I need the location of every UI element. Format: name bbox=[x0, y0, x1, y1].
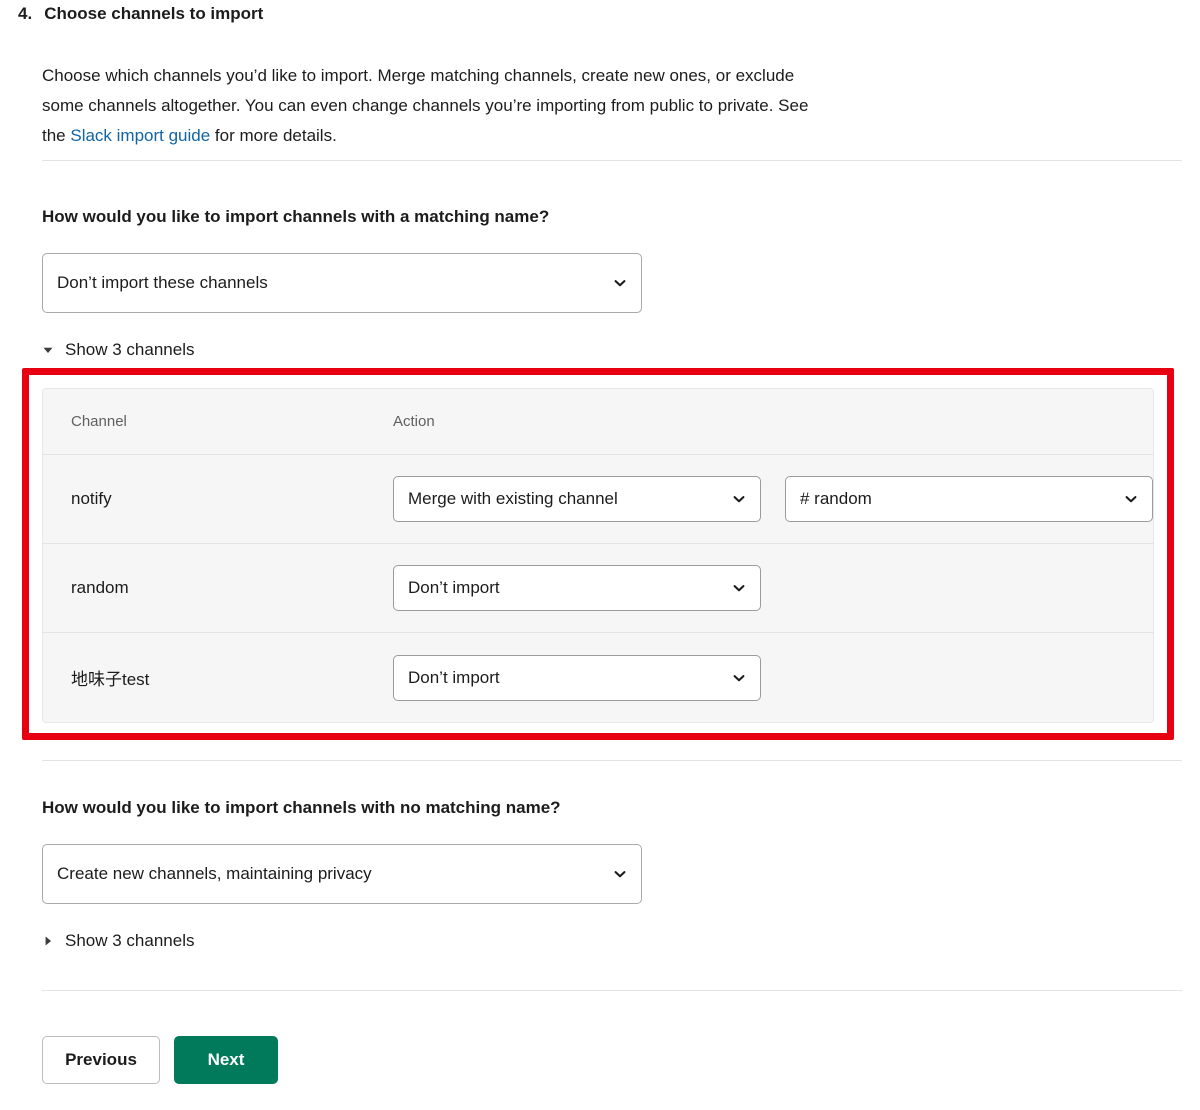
row-target-channel-value: # random bbox=[800, 489, 872, 508]
row-action-select[interactable]: Merge with existing channel bbox=[393, 476, 761, 522]
row-action-select[interactable]: Don’t import bbox=[393, 565, 761, 611]
triangle-down-icon bbox=[42, 344, 54, 356]
no-matching-name-select[interactable]: Create new channels, maintaining privacy bbox=[42, 844, 642, 904]
table-row: random Don’t import bbox=[43, 544, 1153, 633]
show-matching-channels-label: Show 3 channels bbox=[65, 340, 195, 359]
step-heading: 4. Choose channels to import bbox=[18, 2, 263, 26]
wizard-footer-actions: Previous Next bbox=[42, 1036, 278, 1084]
row-action-select-value: Merge with existing channel bbox=[408, 489, 618, 508]
row-target-channel-select[interactable]: # random bbox=[785, 476, 1153, 522]
matching-name-question-label: How would you like to import channels wi… bbox=[42, 207, 550, 226]
description-text-after-link: for more details. bbox=[210, 126, 337, 145]
channel-name: notify bbox=[71, 489, 112, 508]
row-action-cell: Merge with existing channel # random bbox=[393, 476, 1153, 522]
chevron-down-icon bbox=[613, 276, 627, 290]
chevron-down-icon bbox=[1124, 492, 1138, 506]
chevron-down-icon bbox=[732, 492, 746, 506]
no-matching-name-question-label: How would you like to import channels wi… bbox=[42, 798, 561, 817]
show-no-matching-channels-toggle[interactable]: Show 3 channels bbox=[42, 931, 194, 951]
table-header-row: Channel Action bbox=[43, 389, 1153, 455]
step-number: 4. bbox=[18, 4, 33, 23]
section-divider-middle bbox=[42, 760, 1182, 761]
row-action-cell: Don’t import bbox=[393, 565, 1153, 611]
row-action-select-value: Don’t import bbox=[408, 578, 500, 597]
chevron-down-icon bbox=[613, 867, 627, 881]
matching-name-select-value: Don’t import these channels bbox=[57, 273, 268, 292]
show-no-matching-channels-label: Show 3 channels bbox=[65, 931, 195, 950]
section-divider-bottom bbox=[42, 990, 1182, 991]
chevron-down-icon bbox=[732, 581, 746, 595]
chevron-down-icon bbox=[732, 671, 746, 685]
section-divider-top bbox=[42, 160, 1182, 161]
matching-name-select[interactable]: Don’t import these channels bbox=[42, 253, 642, 313]
matching-channels-table: Channel Action notify Merge with existin… bbox=[42, 388, 1154, 723]
column-header-action: Action bbox=[393, 413, 435, 430]
slack-import-guide-link[interactable]: Slack import guide bbox=[70, 126, 210, 145]
table-row: notify Merge with existing channel # ran… bbox=[43, 455, 1153, 544]
page-title: Choose channels to import bbox=[44, 4, 264, 23]
previous-button[interactable]: Previous bbox=[42, 1036, 160, 1084]
show-matching-channels-toggle[interactable]: Show 3 channels bbox=[42, 340, 194, 360]
column-header-channel: Channel bbox=[71, 413, 127, 430]
row-action-select[interactable]: Don’t import bbox=[393, 654, 761, 701]
next-button[interactable]: Next bbox=[174, 1036, 278, 1084]
channel-name: 地味子test bbox=[71, 670, 150, 689]
table-row: 地味子test Don’t import bbox=[43, 633, 1153, 722]
step-description: Choose which channels you’d like to impo… bbox=[42, 61, 822, 151]
no-matching-name-select-value: Create new channels, maintaining privacy bbox=[57, 864, 372, 883]
channel-name: random bbox=[71, 578, 129, 597]
row-action-select-value: Don’t import bbox=[408, 667, 500, 687]
triangle-right-icon bbox=[42, 935, 54, 947]
row-action-cell: Don’t import bbox=[393, 654, 1153, 701]
